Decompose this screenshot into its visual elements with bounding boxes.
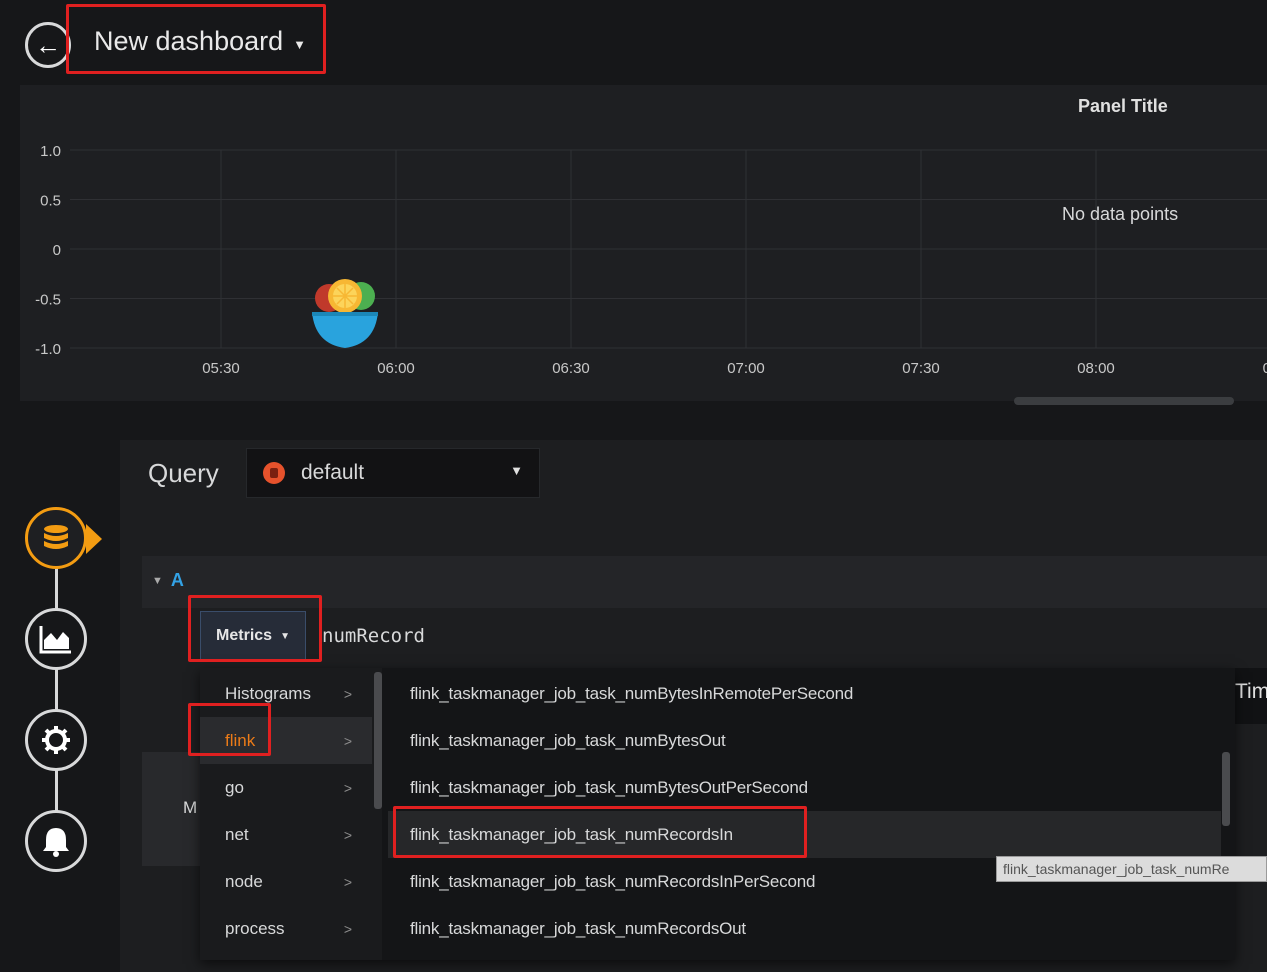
- chevron-right-icon: >: [343, 826, 352, 843]
- rail-connector: [55, 540, 58, 840]
- metric-option-hovered[interactable]: flink_taskmanager_job_task_numRecordsIn: [388, 811, 1221, 858]
- chevron-right-icon: >: [343, 779, 352, 796]
- query-ref-id: A: [170, 570, 184, 590]
- chevron-down-icon: ▼: [280, 630, 290, 642]
- chevron-right-icon: >: [343, 685, 352, 702]
- active-indicator-arrow: [86, 524, 102, 554]
- category-scrollbar[interactable]: [374, 672, 382, 809]
- no-data-message: No data points: [1062, 204, 1179, 224]
- metric-option[interactable]: flink_taskmanager_job_task_numBytesOut: [388, 717, 1221, 764]
- metric-option[interactable]: flink_taskmanager_job_task_numRecordsOut: [388, 905, 1221, 952]
- chevron-right-icon: >: [343, 920, 352, 937]
- alert-bell-icon[interactable]: [25, 810, 87, 872]
- y-tick-label: 0: [53, 242, 61, 259]
- category-item-flink[interactable]: flink >: [200, 717, 372, 764]
- category-item-net[interactable]: net >: [200, 811, 372, 858]
- category-item-node[interactable]: node >: [200, 858, 372, 905]
- metric-query-input[interactable]: [322, 625, 722, 647]
- category-label: net: [225, 824, 249, 844]
- metrics-button-label: Metrics: [216, 627, 273, 644]
- category-label: Histograms: [225, 683, 311, 703]
- underlying-field-label: M: [183, 798, 198, 817]
- category-label: go: [225, 777, 244, 797]
- chevron-down-icon: ▼: [510, 463, 523, 478]
- query-row-toggle[interactable]: ▼ A: [152, 570, 184, 591]
- x-tick-label: 06:30: [552, 360, 590, 377]
- x-tick-label: 07:30: [902, 360, 940, 377]
- x-tick-label: 08:00: [1077, 360, 1115, 377]
- x-tick-label: 08: [1263, 360, 1267, 377]
- x-tick-label: 06:00: [377, 360, 415, 377]
- visualization-icon[interactable]: [25, 608, 87, 670]
- panel-title[interactable]: Panel Title: [1078, 96, 1168, 117]
- collapse-triangle-icon: ▼: [152, 574, 163, 587]
- metric-option[interactable]: flink_taskmanager_job_task_numBytesOutPe…: [388, 764, 1221, 811]
- x-tick-label: 05:30: [202, 360, 240, 377]
- option-tooltip: flink_taskmanager_job_task_numRe: [996, 856, 1267, 882]
- y-tick-label: 1.0: [40, 143, 61, 160]
- fruit-bowl-icon: [312, 279, 378, 348]
- time-field-label: Time: [1235, 680, 1267, 703]
- metrics-button[interactable]: Metrics ▼: [200, 611, 306, 661]
- category-label: flink: [225, 730, 256, 750]
- datasource-name: default: [301, 461, 365, 484]
- datasource-picker[interactable]: default ▼: [246, 448, 540, 498]
- category-label: node: [225, 871, 263, 891]
- category-item-process[interactable]: process >: [200, 905, 372, 952]
- query-row-header[interactable]: [142, 556, 1267, 608]
- prometheus-icon: [263, 462, 285, 484]
- query-label: Query: [148, 458, 219, 488]
- category-item-go[interactable]: go >: [200, 764, 372, 811]
- y-tick-label: -0.5: [35, 292, 61, 309]
- x-tick-label: 07:00: [727, 360, 765, 377]
- y-tick-label: -1.0: [35, 341, 61, 358]
- y-tick-label: 0.5: [40, 193, 61, 210]
- category-item-histograms[interactable]: Histograms >: [200, 670, 372, 717]
- chevron-right-icon: >: [343, 732, 352, 749]
- horizontal-scrollbar[interactable]: [1014, 397, 1234, 405]
- chevron-right-icon: >: [343, 873, 352, 890]
- category-label: process: [225, 918, 285, 938]
- database-icon[interactable]: [25, 507, 87, 569]
- settings-icon[interactable]: [25, 709, 87, 771]
- category-list: Histograms > flink > go > net > node > p…: [200, 668, 382, 960]
- options-scrollbar[interactable]: [1222, 752, 1230, 826]
- metric-option[interactable]: flink_taskmanager_job_task_numBytesInRem…: [388, 670, 1221, 717]
